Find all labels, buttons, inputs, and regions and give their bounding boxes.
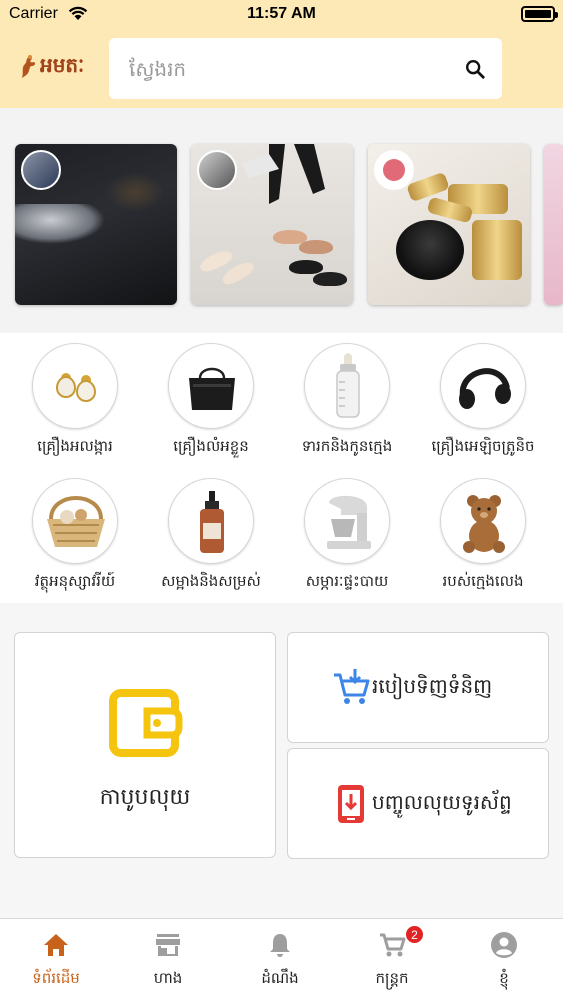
category-label: គ្រឿងអលង្ការ bbox=[37, 437, 113, 455]
category-baby[interactable]: ទារកនិងកូនក្មេង bbox=[287, 343, 407, 459]
logo-text: អមតៈ bbox=[40, 53, 85, 77]
stand-mixer-icon bbox=[327, 495, 371, 549]
category-label: គ្រឿងលំអខ្លួន bbox=[173, 437, 249, 455]
wallet-label: កាបូបលុយ bbox=[99, 785, 191, 810]
tab-label: កន្ត្រក bbox=[375, 969, 409, 987]
handbag-icon bbox=[189, 367, 235, 410]
category-icon-wrap bbox=[32, 343, 118, 429]
app-logo[interactable]: អមតៈ bbox=[18, 52, 84, 82]
bottom-tab-bar: ទំព័រដើម ហាង ដំណឹង 2 កន្ត្រក ខ្ញុំ bbox=[0, 918, 563, 1000]
status-bar: Carrier 11:57 AM bbox=[0, 0, 563, 30]
category-icon-wrap bbox=[168, 343, 254, 429]
phone-topup-label: បញ្ចូលលុយទូរស័ព្ទ bbox=[372, 790, 512, 814]
shop-avatar bbox=[374, 150, 414, 190]
section-peek bbox=[200, 907, 320, 917]
shop-avatar bbox=[197, 150, 237, 190]
category-label: សម្អាងនិងសម្រស់ bbox=[161, 572, 261, 590]
search-bar[interactable] bbox=[109, 38, 502, 99]
tab-home[interactable]: ទំព័រដើម bbox=[0, 919, 112, 1000]
category-icon-wrap bbox=[440, 343, 526, 429]
search-input[interactable] bbox=[129, 55, 449, 83]
phone-topup-card[interactable]: បញ្ចូលលុយទូរស័ព្ទ bbox=[287, 748, 549, 859]
how-to-buy-label: របៀបទិញទំនិញ bbox=[372, 674, 493, 698]
wallet-icon bbox=[109, 689, 183, 757]
phone-topup-icon bbox=[338, 785, 364, 823]
cart-count-badge: 2 bbox=[405, 925, 424, 944]
category-toys[interactable]: របស់ក្មេងលេង bbox=[423, 478, 543, 594]
category-grid: គ្រឿងអលង្ការ គ្រឿងលំអខ្លួន ទារកនិងកូនក្ម… bbox=[0, 333, 563, 603]
store-icon bbox=[156, 934, 180, 956]
tab-label: ទំព័រដើម bbox=[32, 969, 80, 987]
category-icon-wrap bbox=[304, 478, 390, 564]
cosmetic-bottle-icon bbox=[200, 491, 224, 553]
banner-carousel[interactable] bbox=[0, 108, 563, 333]
battery-icon bbox=[521, 6, 558, 22]
tab-store[interactable]: ហាង bbox=[112, 919, 224, 1000]
headphones-icon bbox=[459, 368, 511, 409]
tab-profile[interactable]: ខ្ញុំ bbox=[448, 919, 560, 1000]
category-icon-wrap bbox=[32, 478, 118, 564]
shop-avatar bbox=[21, 150, 61, 190]
search-icon[interactable] bbox=[464, 58, 486, 80]
tab-label: ដំណឹង bbox=[261, 969, 299, 987]
banner-shoes[interactable] bbox=[191, 144, 353, 305]
how-to-buy-card[interactable]: របៀបទិញទំនិញ bbox=[287, 632, 549, 743]
tab-cart[interactable]: 2 កន្ត្រក bbox=[336, 919, 448, 1000]
user-icon bbox=[491, 932, 517, 958]
category-label: វត្ថុអនុស្សាវរីយ៍ bbox=[34, 572, 116, 590]
earrings-icon bbox=[55, 373, 97, 402]
banner-car-night[interactable] bbox=[15, 144, 177, 305]
baby-bottle-icon bbox=[336, 353, 360, 418]
tab-label: ខ្ញុំ bbox=[499, 969, 509, 987]
cart-icon bbox=[380, 933, 406, 957]
category-electronics[interactable]: គ្រឿងអេឡិចត្រូនិច bbox=[423, 343, 543, 459]
app-header: Carrier 11:57 AM អមតៈ bbox=[0, 0, 563, 108]
category-souvenirs[interactable]: វត្ថុអនុស្សាវរីយ៍ bbox=[15, 478, 135, 594]
tab-label: ហាង bbox=[153, 969, 183, 987]
category-icon-wrap bbox=[440, 478, 526, 564]
home-icon bbox=[44, 934, 68, 956]
category-jewelry[interactable]: គ្រឿងអលង្ការ bbox=[15, 343, 135, 459]
cart-download-icon bbox=[334, 669, 370, 704]
legs-image bbox=[241, 144, 325, 204]
banner-partial[interactable] bbox=[544, 144, 563, 305]
status-time: 11:57 AM bbox=[247, 5, 316, 22]
quick-actions: កាបូបលុយ របៀបទិញទំនិញ បញ្ចូលលុយទូរស័ព្ទ bbox=[0, 603, 563, 918]
gift-basket-icon bbox=[47, 496, 105, 547]
category-label: ទារកនិងកូនក្មេង bbox=[301, 437, 393, 455]
teddy-bear-icon bbox=[463, 495, 505, 553]
category-label: សម្ភារៈផ្ទះបាយ bbox=[305, 572, 389, 590]
category-cosmetics[interactable]: សម្អាងនិងសម្រស់ bbox=[151, 478, 271, 594]
category-icon-wrap bbox=[304, 343, 390, 429]
tab-notifications[interactable]: ដំណឹង bbox=[224, 919, 336, 1000]
bell-icon bbox=[270, 934, 290, 957]
category-kitchen[interactable]: សម្ភារៈផ្ទះបាយ bbox=[287, 478, 407, 594]
category-accessories[interactable]: គ្រឿងលំអខ្លួន bbox=[151, 343, 271, 459]
logo-figure-icon bbox=[22, 55, 36, 78]
category-label: គ្រឿងអេឡិចត្រូនិច bbox=[431, 437, 535, 455]
banner-cosmetics[interactable] bbox=[368, 144, 530, 305]
category-icon-wrap bbox=[168, 478, 254, 564]
wallet-card[interactable]: កាបូបលុយ bbox=[14, 632, 276, 858]
category-label: របស់ក្មេងលេង bbox=[442, 572, 524, 590]
